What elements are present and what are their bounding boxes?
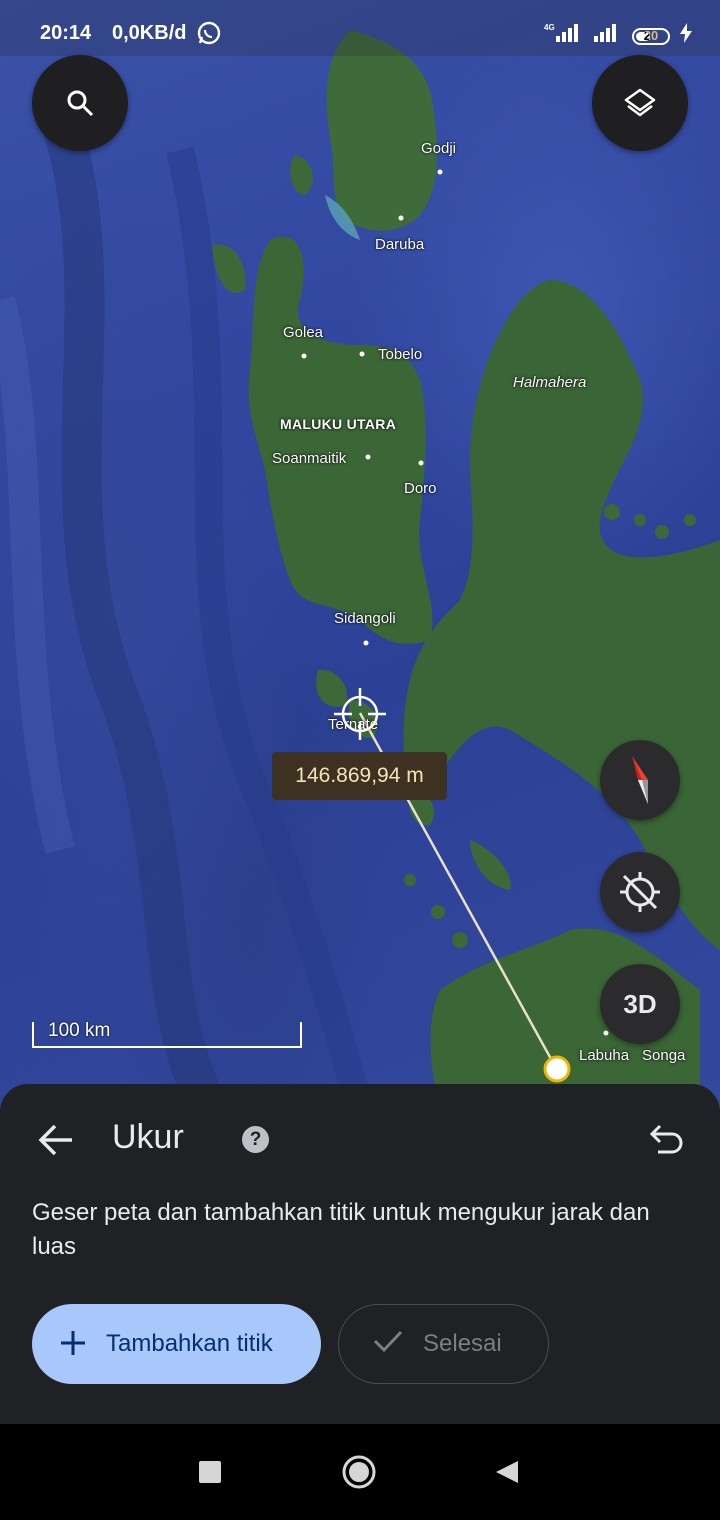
plus-icon bbox=[60, 1326, 86, 1362]
add-point-button[interactable]: Tambahkan titik bbox=[32, 1304, 321, 1384]
layers-button[interactable] bbox=[592, 55, 688, 151]
status-network-speed: 0,0KB/d bbox=[112, 22, 187, 44]
undo-button[interactable] bbox=[644, 1120, 684, 1160]
search-icon bbox=[67, 90, 94, 117]
status-time: 20:14 bbox=[40, 22, 92, 44]
whatsapp-icon bbox=[196, 20, 222, 52]
3d-toggle-button[interactable]: 3D bbox=[600, 964, 680, 1044]
check-icon bbox=[373, 1329, 403, 1360]
done-button[interactable]: Selesai bbox=[338, 1304, 549, 1384]
my-location-button[interactable] bbox=[600, 852, 680, 932]
map-view[interactable]: Godji Daruba Golea Tobelo Halmahera MALU… bbox=[0, 0, 720, 1110]
3d-label: 3D bbox=[623, 988, 657, 1019]
back-button[interactable] bbox=[36, 1120, 76, 1160]
signal-4g-icon: 4G bbox=[544, 22, 584, 50]
add-point-label: Tambahkan titik bbox=[106, 1330, 273, 1357]
svg-text:4G: 4G bbox=[544, 23, 555, 32]
status-bar: 20:14 0,0KB/d 4G 20 bbox=[0, 0, 720, 56]
compass-button[interactable] bbox=[600, 740, 680, 820]
home-button[interactable] bbox=[342, 1455, 376, 1489]
done-label: Selesai bbox=[423, 1330, 502, 1357]
place-dots bbox=[301, 169, 609, 1036]
sheet-title: Ukur bbox=[112, 1118, 184, 1156]
undo-icon bbox=[649, 1124, 683, 1154]
scale-bar: 100 km bbox=[32, 1020, 302, 1048]
distance-label: 146.869,94 m bbox=[272, 752, 447, 800]
scale-label: 100 km bbox=[48, 1020, 111, 1041]
signal-icon bbox=[594, 22, 622, 50]
battery-icon: 20 bbox=[632, 27, 670, 45]
location-off-icon bbox=[620, 872, 660, 912]
crosshair-icon bbox=[334, 688, 386, 740]
battery-level: 20 bbox=[643, 27, 659, 43]
help-icon[interactable]: ? bbox=[242, 1126, 269, 1153]
recent-apps-button[interactable] bbox=[199, 1461, 221, 1483]
system-nav-bar bbox=[0, 1424, 720, 1520]
sheet-description: Geser peta dan tambahkan titik untuk men… bbox=[32, 1199, 650, 1260]
measure-sheet: Ukur ? Geser peta dan tambahkan titik un… bbox=[0, 1084, 720, 1424]
charging-icon bbox=[680, 23, 692, 49]
arrow-back-icon bbox=[38, 1124, 72, 1156]
compass-icon bbox=[632, 756, 648, 804]
back-nav-button[interactable] bbox=[494, 1459, 520, 1485]
layers-icon bbox=[624, 88, 656, 117]
search-button[interactable] bbox=[32, 55, 128, 151]
measure-point-icon[interactable] bbox=[542, 1054, 572, 1084]
